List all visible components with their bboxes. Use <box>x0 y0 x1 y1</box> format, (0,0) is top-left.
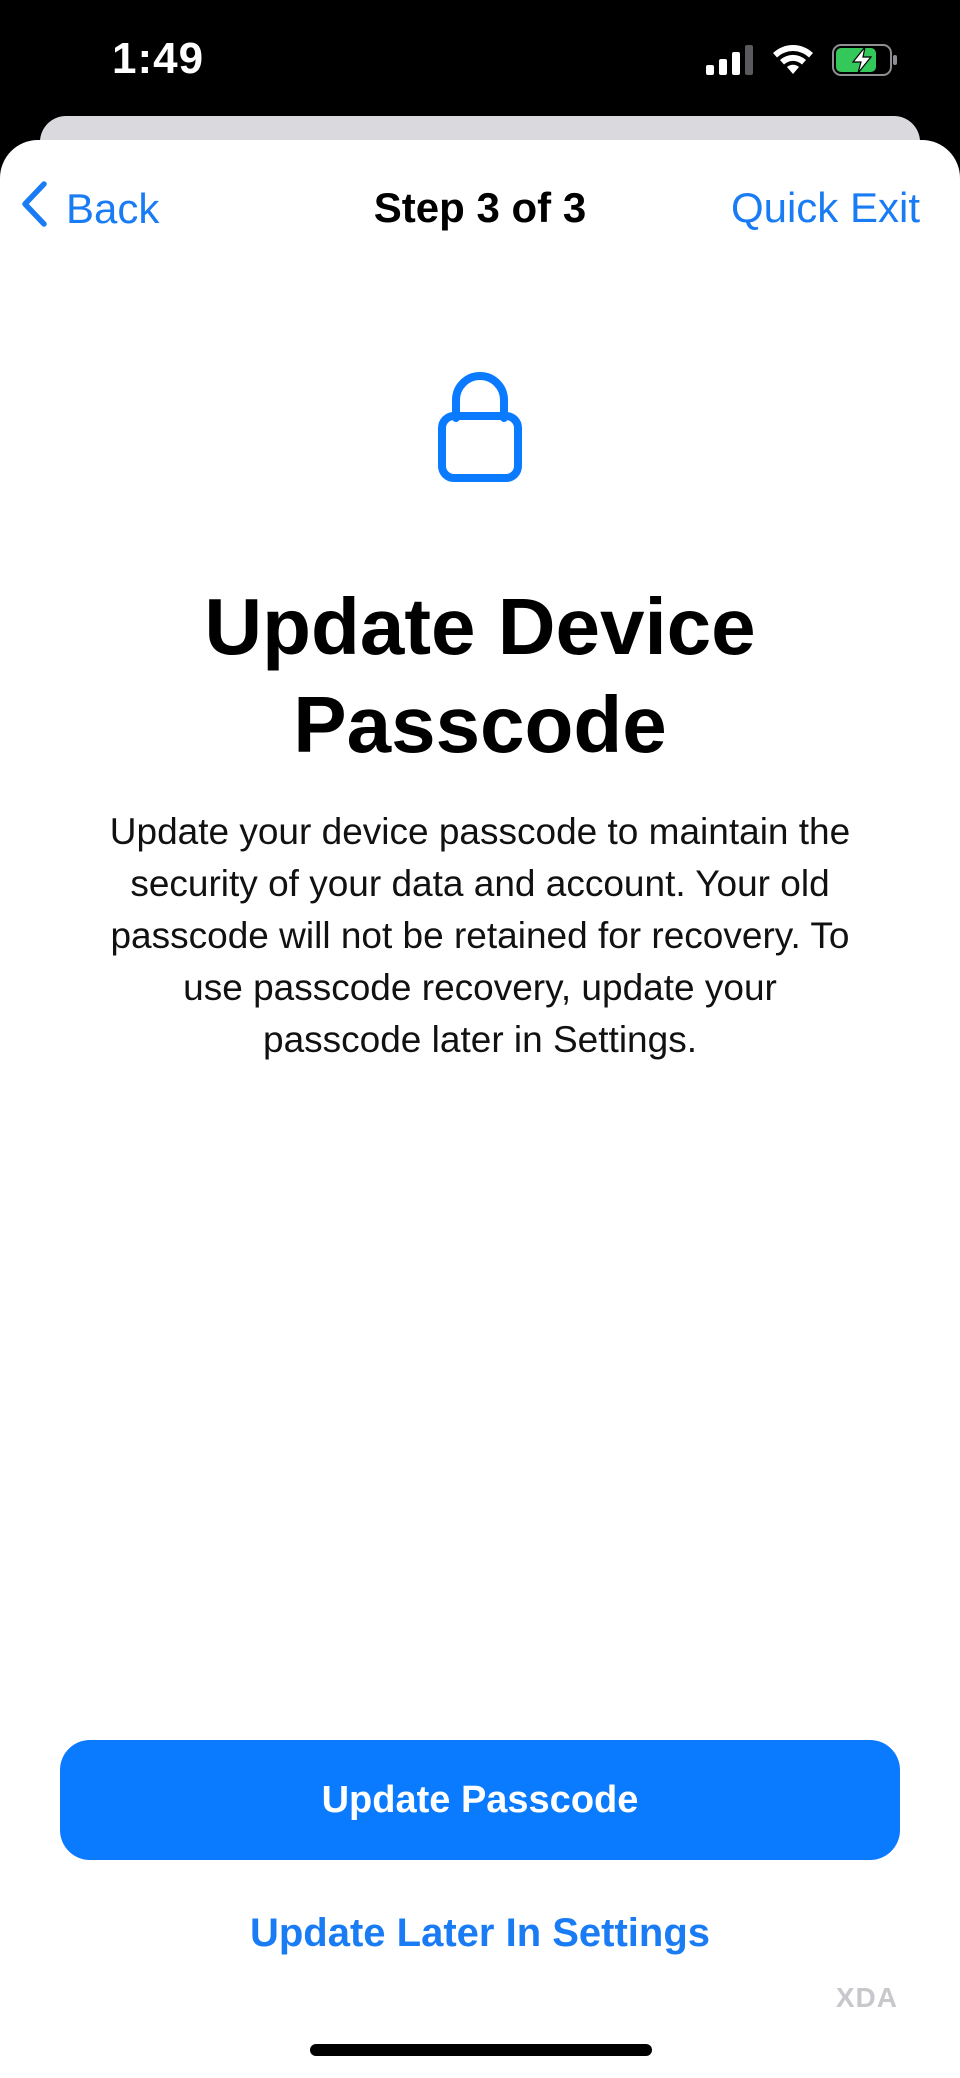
page-title: Update Device Passcode <box>204 582 756 769</box>
back-button[interactable]: Back <box>20 180 159 238</box>
update-passcode-button[interactable]: Update Passcode <box>60 1740 900 1860</box>
home-indicator[interactable] <box>310 2044 652 2056</box>
wifi-icon <box>772 44 814 81</box>
quick-exit-button[interactable]: Quick Exit <box>731 184 920 232</box>
lock-icon <box>438 370 522 487</box>
update-later-button[interactable]: Update Later In Settings <box>0 1910 960 1957</box>
watermark-logo: XDA <box>835 1982 898 2013</box>
signal-icon <box>706 45 754 80</box>
chevron-left-icon <box>20 180 66 238</box>
description-text: Update your device passcode to maintain … <box>109 811 851 1060</box>
status-icons <box>706 44 898 81</box>
back-label: Back <box>66 185 160 232</box>
status-bar: 1:49 <box>0 0 960 120</box>
battery-charging-icon <box>832 44 898 81</box>
status-time: 1:49 <box>112 34 205 83</box>
